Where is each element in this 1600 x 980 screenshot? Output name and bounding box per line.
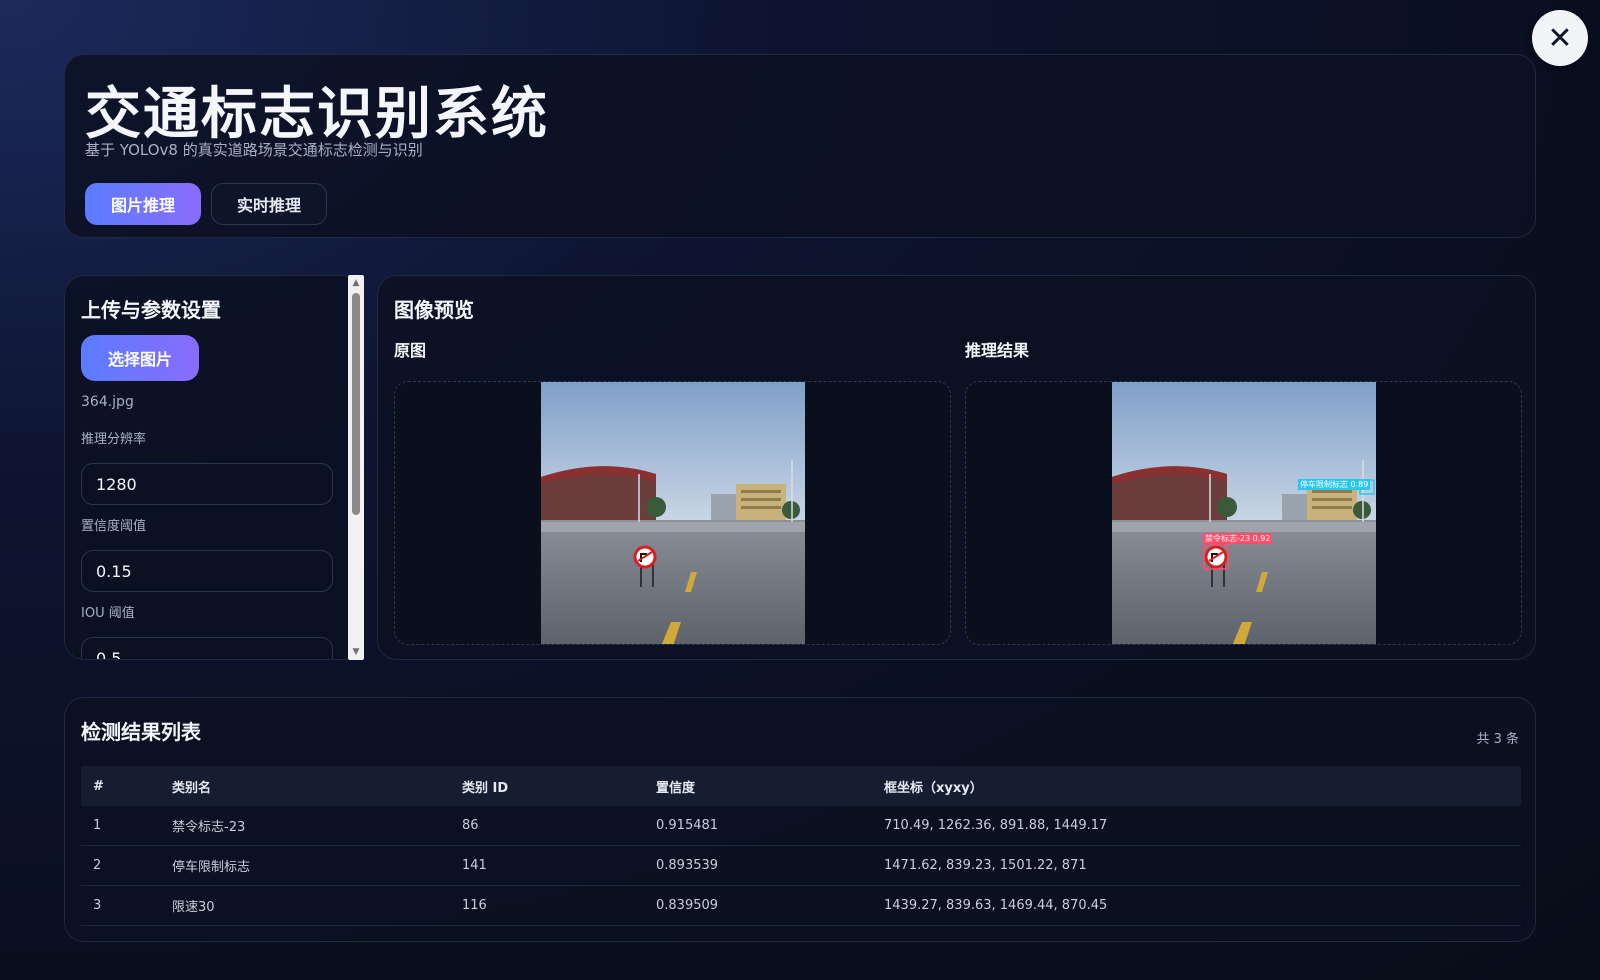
detection-label-parking: 停车限制标志 0.89 — [1298, 479, 1371, 490]
original-image-frame — [394, 381, 951, 645]
scroll-thumb[interactable] — [352, 293, 360, 515]
app-title: 交通标志识别系统 — [85, 82, 549, 147]
result-image-label: 推理结果 — [965, 341, 1030, 360]
result-image-frame: 禁令标志-23 0.92 停车限制标志 0.89 — [965, 381, 1522, 645]
iou-label: IOU 阈值 — [81, 606, 135, 621]
settings-scrollbar[interactable]: ▲ ▼ — [348, 275, 364, 660]
col-bbox: 框坐标（xyxy） — [884, 780, 983, 796]
choose-image-button[interactable]: 选择图片 — [81, 335, 199, 381]
results-title: 检测结果列表 — [81, 720, 201, 744]
tab-live-inference[interactable]: 实时推理 — [211, 183, 327, 225]
detection-label-prohibitory: 禁令标志-23 0.92 — [1203, 533, 1273, 544]
image-preview-title: 图像预览 — [394, 298, 474, 322]
results-table: # 类别名 类别 ID 置信度 框坐标（xyxy） 1 禁令标志-23 86 0… — [81, 766, 1521, 926]
col-class-id: 类别 ID — [462, 780, 509, 796]
close-icon: ✕ — [1547, 20, 1573, 56]
upload-settings-title: 上传与参数设置 — [81, 298, 221, 322]
tab-image-inference[interactable]: 图片推理 — [85, 183, 201, 225]
resolution-label: 推理分辨率 — [81, 432, 147, 447]
table-row[interactable]: 2 停车限制标志 141 0.893539 1471.62, 839.23, 1… — [81, 846, 1521, 886]
image-preview-panel: 图像预览 原图 推理结果 禁令标志-23 0.92 停车限制标志 0.89 — [377, 275, 1536, 660]
results-count: 共 3 条 — [1476, 732, 1519, 747]
iou-input[interactable] — [81, 637, 333, 659]
selected-file-name: 364.jpg — [81, 394, 134, 410]
resolution-input[interactable] — [81, 463, 333, 505]
table-header: # 类别名 类别 ID 置信度 框坐标（xyxy） — [81, 766, 1521, 806]
col-class-name: 类别名 — [172, 780, 212, 796]
col-confidence: 置信度 — [656, 780, 696, 796]
upload-settings-panel: 上传与参数设置 选择图片 364.jpg 推理分辨率 置信度阈值 IOU 阈值 — [64, 275, 364, 660]
original-road-image — [541, 382, 805, 644]
app-subtitle: 基于 YOLOv8 的真实道路场景交通标志检测与识别 — [85, 141, 423, 159]
table-row[interactable]: 3 限速30 116 0.839509 1439.27, 839.63, 146… — [81, 886, 1521, 926]
original-image-label: 原图 — [394, 341, 427, 360]
col-index: # — [93, 778, 104, 794]
scroll-up-arrow-icon[interactable]: ▲ — [348, 276, 364, 290]
confidence-input[interactable] — [81, 550, 333, 592]
detection-results-panel: 检测结果列表 共 3 条 # 类别名 类别 ID 置信度 框坐标（xyxy） 1… — [64, 697, 1536, 942]
table-row[interactable]: 1 禁令标志-23 86 0.915481 710.49, 1262.36, 8… — [81, 806, 1521, 846]
scroll-down-arrow-icon[interactable]: ▼ — [348, 645, 364, 659]
result-road-image — [1112, 382, 1376, 644]
confidence-label: 置信度阈值 — [81, 519, 147, 534]
close-button[interactable]: ✕ — [1532, 10, 1588, 66]
header-card: 交通标志识别系统 基于 YOLOv8 的真实道路场景交通标志检测与识别 图片推理… — [64, 54, 1536, 238]
